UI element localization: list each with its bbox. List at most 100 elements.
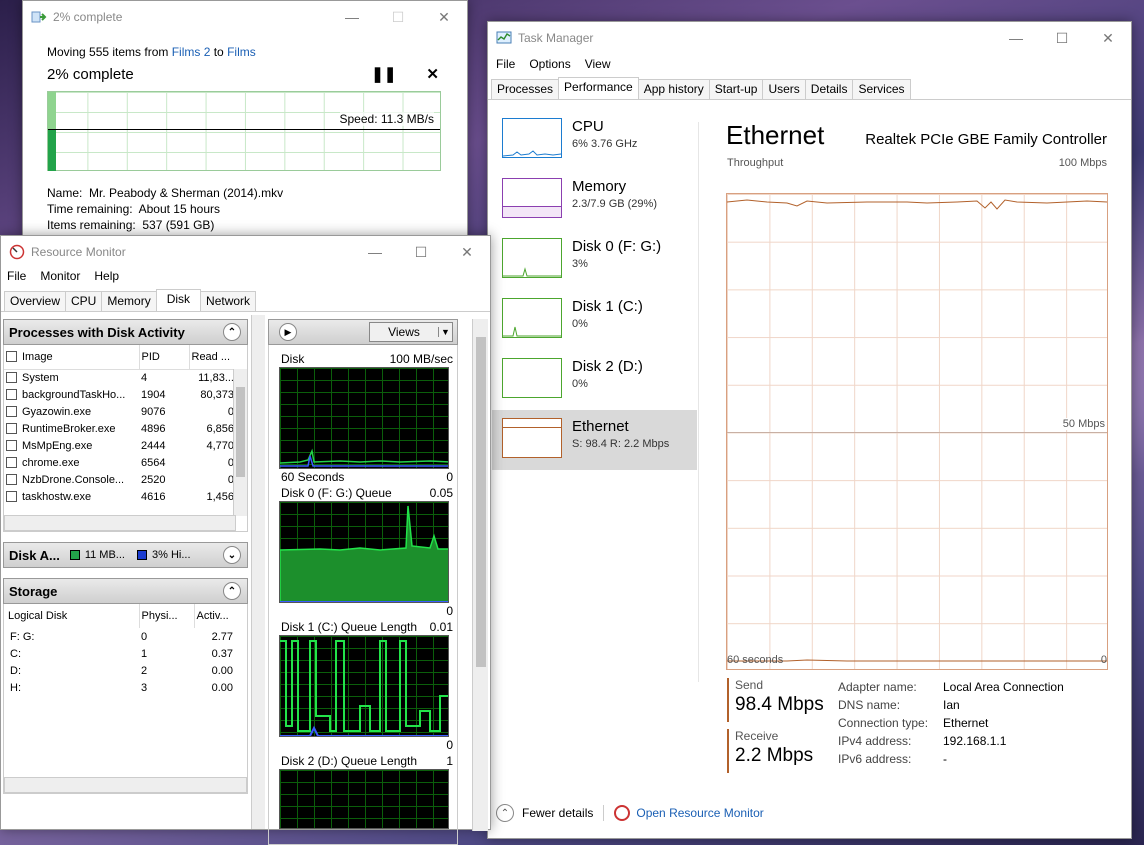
tab-memory[interactable]: Memory [101,291,157,311]
copy-titlebar[interactable]: 2% complete — ☐ ✕ [23,1,467,33]
column-pid[interactable]: PID [138,345,189,369]
maximize-button[interactable]: ☐ [398,236,444,268]
source-folder-link[interactable]: Films 2 [172,45,211,59]
disk-io-swatch [69,550,80,560]
process-read: 1,456 [206,490,234,503]
tab-details[interactable]: Details [804,79,854,99]
column-image[interactable]: Image [22,351,53,363]
close-button[interactable]: ✕ [1085,22,1131,54]
column-active[interactable]: Activ... [193,604,247,628]
minimize-button[interactable]: — [993,22,1039,54]
table-row[interactable]: Gyazowin.exe 9076 0 [4,403,236,420]
fewer-details-link[interactable]: Fewer details [522,806,593,820]
table-row[interactable]: C: 1 0.37 [4,645,247,662]
row-checkbox[interactable] [6,388,17,400]
destination-folder-link[interactable]: Films [227,45,256,59]
cancel-copy-button[interactable]: ✕ [426,65,439,83]
menu-view[interactable]: View [585,57,611,71]
tab-processes[interactable]: Processes [491,79,560,99]
row-checkbox[interactable] [6,473,17,485]
row-checkbox[interactable] [6,490,17,502]
table-row[interactable]: H: 3 0.00 [4,679,247,696]
sidebar-item-disk0[interactable]: Disk 0 (F: G:) 3% [492,230,697,290]
percent-complete: 2% complete [47,65,134,83]
table-row[interactable]: System 4 11,83... [4,369,236,386]
processes-panel-header[interactable]: Processes with Disk Activity ⌃ [3,319,248,345]
taskmgr-titlebar[interactable]: Task Manager — ☐ ✕ [488,22,1131,54]
open-resource-monitor-link[interactable]: Open Resource Monitor [636,806,763,820]
vertical-scrollbar[interactable] [233,369,247,516]
menu-help[interactable]: Help [94,269,119,283]
cpu-label: CPU [572,118,604,135]
table-row[interactable]: chrome.exe 6564 0 [4,454,236,471]
sidebar-item-cpu[interactable]: CPU 6% 3.76 GHz [492,110,697,170]
graph-footer: 60 Seconds 0 [269,469,457,485]
tab-cpu[interactable]: CPU [65,291,103,311]
sidebar-item-disk2[interactable]: Disk 2 (D:) 0% [492,350,697,410]
storage-panel-header[interactable]: Storage ⌃ [3,578,248,604]
table-row[interactable]: MsMpEng.exe 2444 4,770 [4,437,236,454]
process-read: 6,856 [206,422,234,435]
close-button[interactable]: ✕ [444,236,490,268]
time-label: Time remaining: [47,202,133,216]
table-row[interactable]: D: 2 0.00 [4,662,247,679]
horizontal-scrollbar[interactable] [4,777,247,793]
minimize-button[interactable]: — [329,1,375,33]
collapse-icon[interactable]: ⌃ [223,582,241,600]
prop-key: IPv6 address: [838,752,912,766]
menu-file[interactable]: File [7,269,26,283]
menu-monitor[interactable]: Monitor [40,269,80,283]
tab-services[interactable]: Services [852,79,911,99]
tab-disk[interactable]: Disk [155,289,202,311]
tab-overview[interactable]: Overview [4,291,67,311]
table-row[interactable]: NzbDrone.Console... 2520 0 [4,471,236,488]
table-row[interactable]: RuntimeBroker.exe 4896 6,856 [4,420,236,437]
tab-network[interactable]: Network [200,291,257,311]
items-value: 537 (591 GB) [142,218,215,232]
sidebar-item-memory[interactable]: Memory 2.3/7.9 GB (29%) [492,170,697,230]
select-all-checkbox[interactable] [6,350,17,362]
throughput-graph: 50 Mbps [726,193,1108,670]
active-time: 0.00 [211,681,233,694]
row-checkbox[interactable] [6,405,17,417]
maximize-button[interactable]: ☐ [1039,22,1085,54]
resmon-titlebar[interactable]: Resource Monitor — ☐ ✕ [1,236,490,268]
tab-startup[interactable]: Start-up [708,79,764,99]
views-dropdown[interactable]: Views ▼ [369,322,453,342]
expand-graphs-icon[interactable]: ▶ [279,323,297,341]
pause-button[interactable]: ❚❚ [371,65,396,83]
collapse-icon[interactable]: ⌃ [223,323,241,341]
sidebar-item-ethernet[interactable]: Ethernet S: 98.4 R: 2.2 Mbps [492,410,697,470]
minimize-button[interactable]: — [352,236,398,268]
disk1-mini-graph [502,298,562,338]
memory-mini-graph [502,178,562,218]
table-row[interactable]: taskhostw.exe 4616 1,456 [4,488,236,505]
process-read: 0 [227,405,234,418]
maximize-button[interactable]: ☐ [375,1,421,33]
table-row[interactable]: F: G: 0 2.77 [4,628,247,645]
row-checkbox[interactable] [6,422,17,434]
expand-icon[interactable]: ⌄ [223,546,241,564]
tab-users[interactable]: Users [762,79,806,99]
graph-scrollbar[interactable] [472,319,488,831]
tab-app-history[interactable]: App history [637,79,710,99]
column-read[interactable]: Read ... [188,345,236,369]
pane-splitter[interactable] [251,315,265,829]
disk-activity-panel-header[interactable]: Disk A... 11 MB... 3% Hi... ⌄ [3,542,248,568]
fewer-details-icon[interactable]: ⌃ [496,804,514,822]
row-checkbox[interactable] [6,439,17,451]
process-image: backgroundTaskHo... [22,388,126,401]
sidebar-item-disk1[interactable]: Disk 1 (C:) 0% [492,290,697,350]
storage-table-wrap: Logical Disk Physi... Activ... F: G: 0 2.7… [3,604,248,794]
menu-file[interactable]: File [496,57,515,71]
tab-performance[interactable]: Performance [558,77,639,99]
column-logical-disk[interactable]: Logical Disk [4,604,139,628]
horizontal-scrollbar[interactable] [4,515,236,531]
menu-options[interactable]: Options [529,57,570,71]
row-checkbox[interactable] [6,371,17,383]
receive-line [727,659,1107,662]
row-checkbox[interactable] [6,456,17,468]
column-physical[interactable]: Physi... [138,604,194,628]
close-button[interactable]: ✕ [421,1,467,33]
table-row[interactable]: backgroundTaskHo... 1904 80,373 [4,386,236,403]
